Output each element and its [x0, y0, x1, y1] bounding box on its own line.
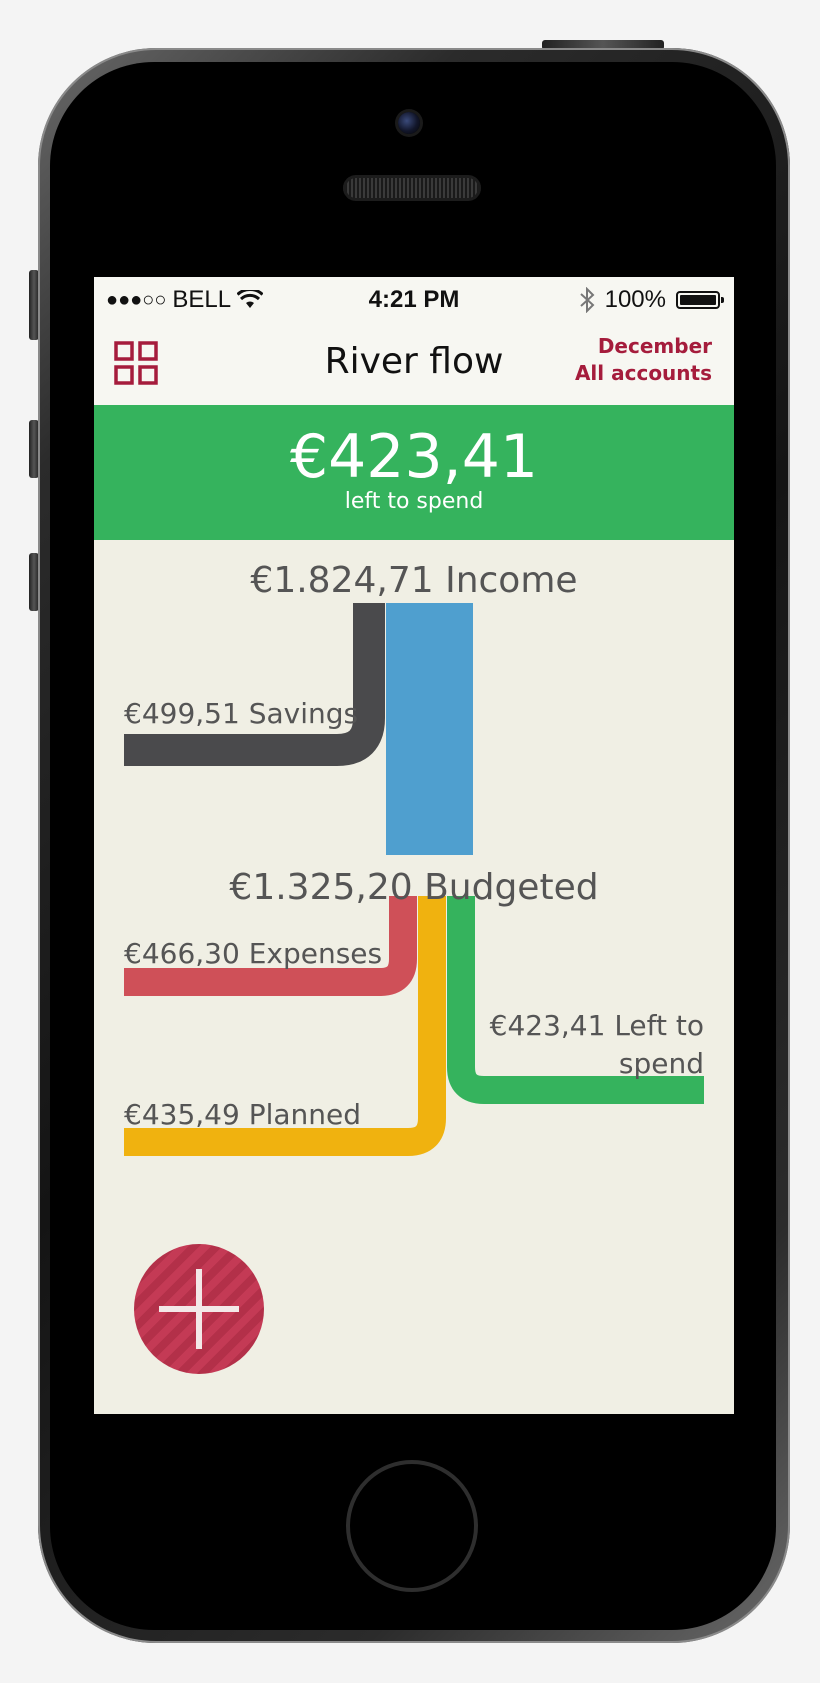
planned-label: €435,49 Planned — [124, 1098, 362, 1131]
left-to-spend-amount: €423,41 — [289, 422, 539, 492]
left-to-spend-label: €423,41 Left to spend — [490, 1007, 704, 1083]
month-label: December — [597, 334, 712, 358]
bluetooth-icon — [579, 287, 595, 313]
left-to-spend-banner: €423,41 left to spend — [94, 405, 734, 540]
status-bar: ●●●○○ BELL 4:21 PM 100% — [94, 277, 734, 325]
savings-label: €499,51 Savings — [124, 697, 359, 730]
status-right: 100% — [579, 286, 724, 314]
battery-percent: 100% — [604, 286, 666, 313]
earpiece-speaker — [343, 175, 481, 201]
home-button[interactable] — [346, 1460, 478, 1592]
app-screen: ●●●○○ BELL 4:21 PM 100% River flow Decem… — [94, 277, 734, 1414]
camera — [398, 112, 420, 134]
budgeted-label: €1.325,20 Budgeted — [229, 867, 599, 908]
left-to-spend-label-line1: €423,41 Left to — [489, 1009, 704, 1042]
battery-icon — [676, 291, 724, 309]
left-to-spend-label-line2: spend — [618, 1047, 704, 1080]
expenses-label: €466,30 Expenses — [124, 937, 383, 970]
nav-bar: River flow December All accounts — [94, 325, 734, 405]
period-account-selector[interactable]: December All accounts — [575, 333, 712, 387]
income-label: €1.824,71 Income — [250, 560, 578, 601]
budget-stream — [386, 603, 473, 855]
accounts-label: All accounts — [574, 361, 712, 385]
left-to-spend-caption: left to spend — [344, 489, 484, 514]
add-transaction-button[interactable] — [134, 1244, 264, 1374]
